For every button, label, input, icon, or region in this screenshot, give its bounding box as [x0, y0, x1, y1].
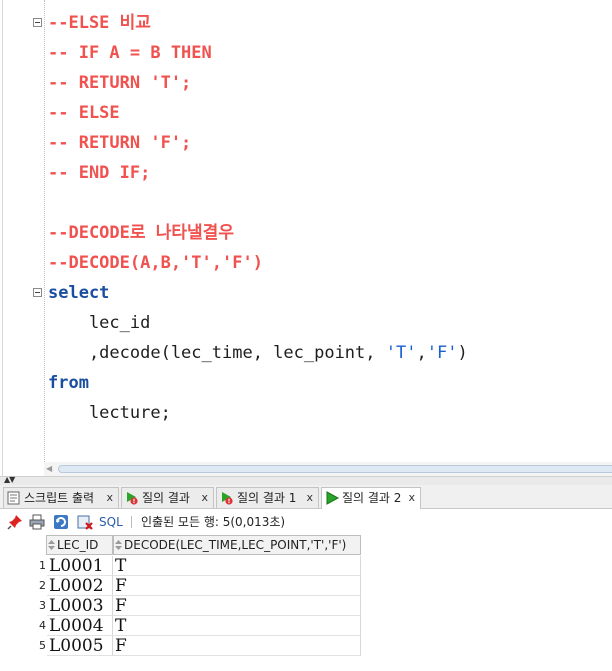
result-toolbar: SQL 인출된 모든 행: 5(0,013초) [0, 509, 612, 535]
code-token: -- RETURN 'T'; [48, 73, 192, 93]
cell-lec-id[interactable]: L0005 [47, 636, 113, 656]
tab-label: 질의 결과 [142, 491, 190, 505]
table-row[interactable]: 2 L0002 F [0, 576, 361, 596]
cell-decode-result[interactable]: F [113, 576, 361, 596]
code-token: ,decode(lec_time, lec_point, [48, 343, 386, 363]
code-token: -- IF A = B THEN [48, 43, 212, 63]
gutter-separator [44, 0, 46, 462]
table-row[interactable]: 4 L0004 T [0, 616, 361, 636]
query-result-icon [127, 492, 138, 505]
toolbar-separator [131, 516, 132, 528]
code-line[interactable]: --ELSE 비교 [48, 8, 151, 38]
column-header-label: LEC_ID [57, 538, 99, 552]
tab-script-output[interactable]: 스크립트 출력 x [3, 487, 119, 508]
close-icon[interactable]: x [306, 488, 313, 508]
pin-icon[interactable] [7, 514, 23, 530]
code-token: ) [457, 343, 468, 363]
code-line[interactable]: lecture; [48, 398, 171, 428]
tab-query-result-2[interactable]: 질의 결과 1 x [216, 487, 319, 508]
cell-decode-result[interactable]: T [113, 556, 361, 576]
cell-lec-id[interactable]: L0002 [47, 576, 113, 596]
code-line[interactable]: -- ELSE [48, 98, 120, 128]
code-token: --DECODE(A,B,'T','F') [48, 253, 263, 273]
fetch-status: 인출된 모든 행: 5(0,013초) [141, 515, 286, 529]
scrollbar-thumb[interactable] [58, 465, 612, 473]
tab-label: 질의 결과 1 [237, 491, 297, 505]
close-icon[interactable]: x [106, 488, 113, 508]
code-line[interactable]: -- RETURN 'F'; [48, 128, 191, 158]
table-row[interactable]: 3 L0003 F [0, 596, 361, 616]
tab-query-result-1[interactable]: 질의 결과 x [121, 487, 214, 508]
code-token: select [48, 283, 110, 303]
cell-decode-result[interactable]: T [113, 616, 361, 636]
scroll-left-icon[interactable]: ◀ [46, 465, 52, 473]
splitter-arrows-icon[interactable]: ▲▼ [4, 476, 15, 484]
code-token: , [416, 343, 427, 363]
sort-icon[interactable] [47, 539, 56, 551]
tab-label: 질의 결과 2 [342, 491, 402, 505]
editor-horizontal-scrollbar[interactable]: ◀ [44, 462, 612, 476]
code-line[interactable]: select [48, 278, 109, 308]
code-line[interactable]: lec_id [48, 308, 150, 338]
print-icon[interactable] [29, 514, 45, 530]
cell-decode-result[interactable]: F [113, 636, 361, 656]
table-row[interactable]: 1 L0001 T [0, 556, 361, 576]
result-grid: LEC_ID DECODE(LEC_TIME,LEC_POINT,'T','F')… [0, 535, 612, 671]
tab-label: 스크립트 출력 [24, 491, 95, 505]
code-line[interactable]: -- IF A = B THEN [48, 38, 212, 68]
tab-query-result-3[interactable]: 질의 결과 2 x [321, 487, 421, 509]
row-number: 3 [39, 599, 46, 612]
close-icon[interactable]: x [201, 488, 208, 508]
code-line[interactable]: from [48, 368, 89, 398]
table-row[interactable]: 5 L0005 F [0, 636, 361, 656]
row-number: 1 [39, 559, 46, 572]
code-token: --ELSE 비교 [48, 13, 151, 33]
code-token: 'F' [426, 343, 458, 363]
sql-link[interactable]: SQL [99, 514, 123, 530]
code-line[interactable]: ,decode(lec_time, lec_point, 'T','F') [48, 338, 468, 368]
code-token: -- ELSE [48, 103, 120, 123]
row-number: 5 [39, 639, 46, 652]
row-number: 2 [39, 579, 46, 592]
script-output-icon [7, 491, 20, 505]
sort-icon[interactable] [114, 539, 123, 551]
result-tab-bar: 스크립트 출력 x 질의 결과 x 질의 결과 1 x 질의 결과 2 x [0, 485, 612, 509]
panel-splitter[interactable]: ▲▼ [0, 476, 612, 485]
column-header[interactable]: DECODE(LEC_TIME,LEC_POINT,'T','F') [113, 535, 361, 555]
cell-lec-id[interactable]: L0004 [47, 616, 113, 636]
column-header-label: DECODE(LEC_TIME,LEC_POINT,'T','F') [124, 538, 347, 552]
code-line[interactable]: --DECODE로 나타낼결우 [48, 218, 234, 248]
fold-collapse-icon[interactable] [33, 18, 42, 27]
code-token: -- RETURN 'F'; [48, 133, 192, 153]
fold-collapse-icon[interactable] [33, 288, 42, 297]
refresh-icon[interactable] [53, 514, 69, 530]
code-token: from [48, 373, 89, 393]
editor-border [2, 0, 3, 478]
code-token: lecture; [48, 403, 171, 423]
export-icon[interactable] [77, 514, 93, 530]
sql-editor[interactable]: --ELSE 비교 -- IF A = B THEN -- RETURN 'T'; -… [0, 0, 612, 462]
close-icon[interactable]: x [408, 488, 415, 508]
run-icon [326, 491, 339, 505]
code-token: -- END IF; [48, 163, 151, 183]
row-number: 4 [39, 619, 46, 632]
query-result-icon [222, 492, 233, 505]
code-token: lec_id [48, 313, 151, 333]
code-line[interactable]: --DECODE(A,B,'T','F') [48, 248, 263, 278]
code-token: --DECODE로 나타낼결우 [48, 223, 234, 243]
code-line[interactable]: -- END IF; [48, 158, 150, 188]
cell-lec-id[interactable]: L0003 [47, 596, 113, 616]
cell-decode-result[interactable]: F [113, 596, 361, 616]
column-header[interactable]: LEC_ID [46, 535, 113, 555]
code-token: 'T' [385, 343, 417, 363]
cell-lec-id[interactable]: L0001 [47, 556, 113, 576]
code-line[interactable]: -- RETURN 'T'; [48, 68, 191, 98]
